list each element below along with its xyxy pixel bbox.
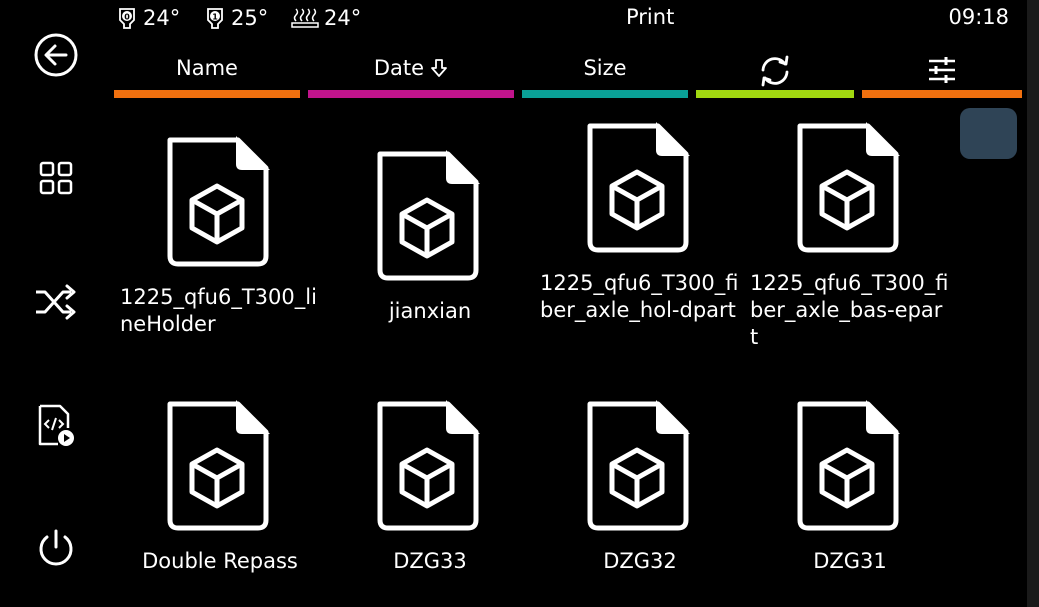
- tab-name-underline: [114, 90, 300, 98]
- svg-text:1: 1: [212, 13, 218, 22]
- shuffle-icon: [36, 284, 76, 320]
- back-button[interactable]: [22, 21, 90, 89]
- extruder-0-temp: 0 24°: [115, 5, 180, 31]
- file-item[interactable]: 1225_qfu6_T300_fiber_axle_bas-epart: [742, 110, 952, 350]
- 3d-model-file-icon: [167, 400, 270, 531]
- file-name: DZG33: [393, 549, 467, 573]
- grid-menu-icon: [39, 161, 73, 195]
- file-item[interactable]: 1225_qfu6_T300_lineHolder: [112, 110, 322, 350]
- file-grid: 1225_qfu6_T300_lineHolder jianxian 1225_…: [112, 110, 952, 607]
- gcode-file-icon: [38, 404, 74, 446]
- file-item[interactable]: Double Repass: [112, 392, 322, 607]
- file-name: jianxian: [388, 299, 472, 323]
- extruder-1-value: 25°: [231, 6, 269, 30]
- tab-date-label: Date: [373, 56, 425, 80]
- filter-underline: [862, 90, 1022, 98]
- extruder-0-icon: 0: [119, 8, 135, 29]
- extruder-1-icon: 1: [207, 8, 223, 29]
- 3d-model-file-icon: [587, 400, 690, 531]
- refresh-icon: [761, 55, 789, 87]
- 3d-model-file-icon: [167, 136, 270, 267]
- sort-down-arrow-icon: [431, 59, 447, 77]
- sort-tabs: Name Date Size: [112, 48, 1024, 100]
- 3d-model-file-icon: [377, 150, 480, 281]
- bed-temp-value: 24°: [324, 6, 362, 30]
- file-item[interactable]: jianxian: [322, 110, 532, 350]
- file-name: 1225_qfu6_T300_lineHolder: [120, 285, 317, 336]
- tab-name-label: Name: [176, 56, 238, 80]
- file-name: Double Repass: [142, 549, 298, 573]
- 3d-model-file-icon: [587, 122, 690, 253]
- filter-sliders-icon: [929, 57, 955, 83]
- tab-size[interactable]: Size: [522, 48, 688, 100]
- shuffle-button[interactable]: [22, 268, 90, 336]
- bed-temp: 24°: [290, 5, 361, 31]
- file-name: DZG31: [813, 549, 887, 573]
- tab-size-underline: [522, 90, 688, 98]
- sidebar: [0, 0, 112, 607]
- file-item[interactable]: DZG31: [742, 392, 952, 607]
- svg-text:0: 0: [124, 13, 130, 22]
- 3d-model-file-icon: [377, 400, 480, 531]
- file-item[interactable]: 1225_qfu6_T300_fiber_axle_hol-dpart: [532, 110, 742, 350]
- file-name: 1225_qfu6_T300_fiber_axle_hol-dpart: [540, 271, 739, 322]
- tab-size-label: Size: [583, 56, 627, 80]
- scrollbar-thumb[interactable]: [960, 108, 1017, 159]
- refresh-underline: [696, 90, 854, 98]
- screen-edge: [1027, 0, 1039, 607]
- 3d-model-file-icon: [797, 400, 900, 531]
- tab-date[interactable]: Date: [308, 48, 514, 100]
- extruder-0-value: 24°: [143, 6, 181, 30]
- filter-button[interactable]: [862, 48, 1022, 100]
- file-name: DZG32: [603, 549, 677, 573]
- clock: 09:18: [948, 5, 1009, 29]
- back-arrow-icon: [34, 33, 78, 77]
- gcode-button[interactable]: [22, 391, 90, 459]
- tab-name[interactable]: Name: [114, 48, 300, 100]
- tab-date-underline: [308, 90, 514, 98]
- 3d-model-file-icon: [797, 122, 900, 253]
- power-icon: [39, 529, 73, 566]
- page-title: Print: [626, 5, 675, 29]
- file-item[interactable]: DZG32: [532, 392, 742, 607]
- menu-button[interactable]: [22, 144, 90, 212]
- extruder-1-temp: 1 25°: [203, 5, 268, 31]
- refresh-button[interactable]: [696, 48, 854, 100]
- heated-bed-icon: [291, 8, 319, 28]
- status-bar: 0 24° 1 25° 24° Print 09:18: [112, 0, 1027, 36]
- file-name: 1225_qfu6_T300_fiber_axle_bas-epart: [750, 271, 949, 349]
- file-item[interactable]: DZG33: [322, 392, 532, 607]
- power-button[interactable]: [22, 514, 90, 582]
